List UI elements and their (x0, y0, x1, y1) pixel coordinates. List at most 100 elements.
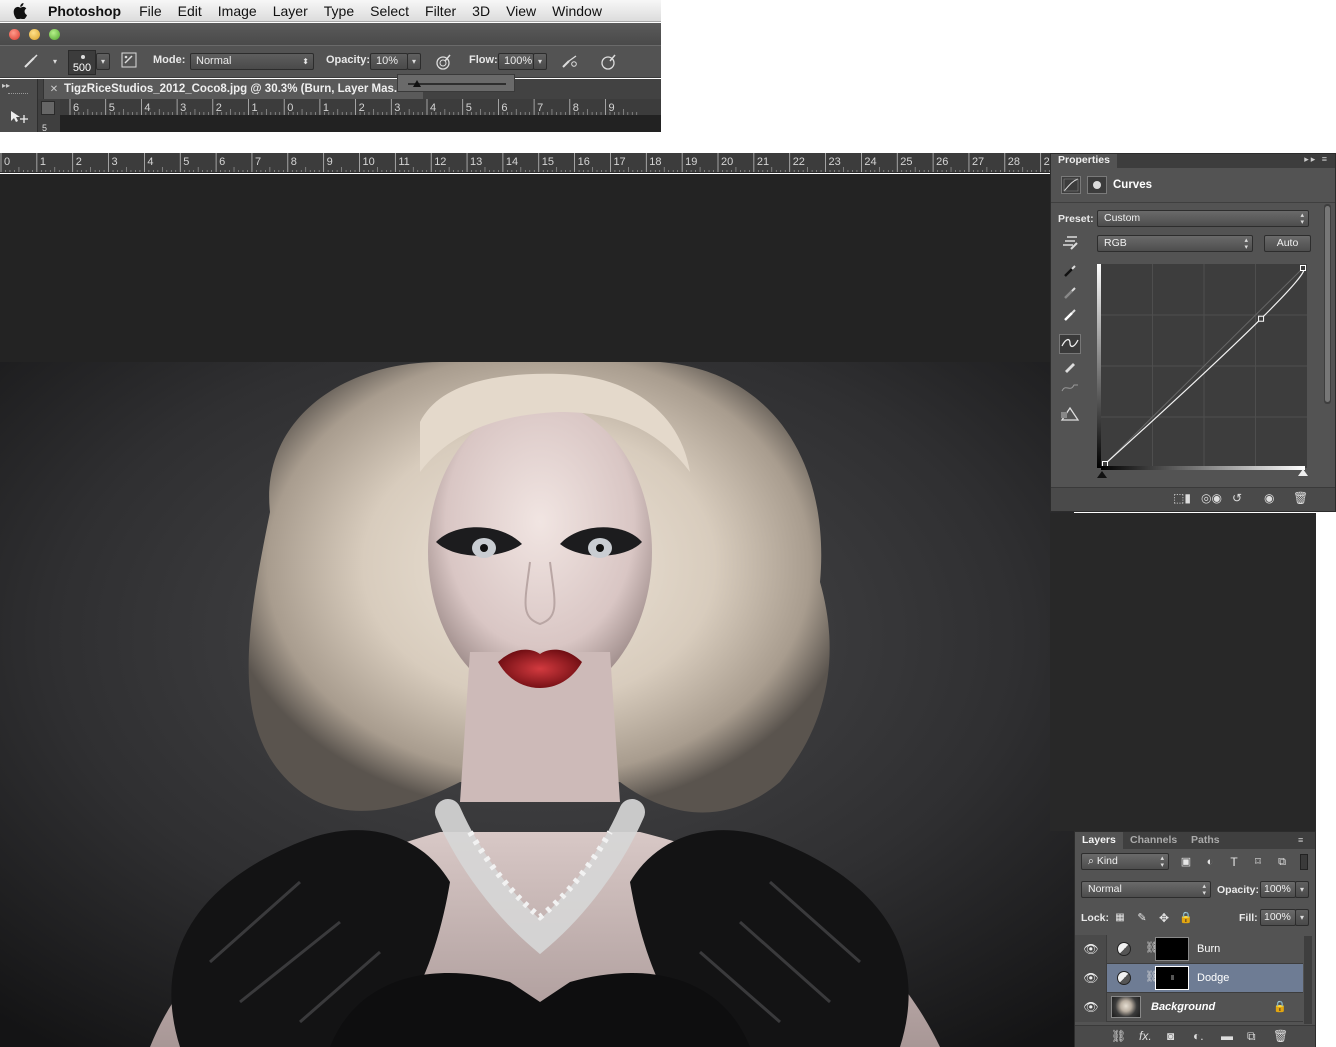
new-group-icon[interactable]: ▬ (1221, 1029, 1233, 1043)
tab-layers[interactable]: Layers (1075, 832, 1123, 849)
layer-opacity-input[interactable]: 100% (1260, 881, 1296, 898)
opacity-slider-button[interactable]: ▾ (407, 53, 421, 70)
layer-fill-input[interactable]: 100% (1260, 909, 1296, 926)
tab-properties[interactable]: Properties (1051, 154, 1117, 168)
pressure-opacity-icon[interactable] (432, 52, 454, 74)
lock-position-icon[interactable]: ✥ (1153, 908, 1175, 928)
layer-row-dodge[interactable]: 👁 ⛓ Dodge (1075, 964, 1303, 993)
ruler-origin[interactable] (41, 101, 55, 115)
layer-name[interactable]: Dodge (1197, 972, 1229, 984)
filter-type-icon[interactable]: T (1223, 852, 1245, 872)
pressure-size-icon[interactable] (597, 52, 619, 74)
menu-layer[interactable]: Layer (265, 3, 316, 19)
layer-style-icon[interactable]: fx. (1139, 1029, 1152, 1043)
menu-filter[interactable]: Filter (417, 3, 464, 19)
filter-smart-object-icon[interactable]: ⧉ (1271, 852, 1293, 872)
canvas-photo[interactable] (0, 362, 1074, 1047)
eye-icon[interactable]: 👁 (1083, 1000, 1099, 1014)
flow-slider-button[interactable]: ▾ (533, 53, 547, 70)
reset-adjustment-icon[interactable]: ↺ (1232, 491, 1242, 505)
menu-edit[interactable]: Edit (170, 3, 210, 19)
brush-panel-toggle-icon[interactable] (118, 51, 140, 73)
brush-size-dropdown-arrow[interactable]: ▾ (96, 53, 110, 70)
preset-select[interactable]: Custom ▴ ▾ (1097, 210, 1309, 227)
add-mask-icon[interactable]: ◙ (1167, 1029, 1174, 1043)
menu-type[interactable]: Type (316, 3, 362, 19)
properties-scrollbar[interactable] (1324, 204, 1331, 404)
filter-toggle[interactable] (1300, 854, 1308, 870)
flow-input[interactable]: 100% (498, 53, 534, 70)
layers-scrollbar[interactable] (1304, 936, 1312, 1024)
gray-point-eyedropper-icon[interactable] (1059, 286, 1081, 306)
panel-collapse-icon[interactable]: ▸▸ (2, 81, 14, 90)
menu-app-name[interactable]: Photoshop (40, 3, 131, 19)
layer-name[interactable]: Burn (1197, 943, 1220, 955)
smooth-curve-icon[interactable] (1059, 381, 1081, 401)
panel-menu-icon[interactable]: ▸▸ ≡ (1304, 154, 1329, 165)
white-point-eyedropper-icon[interactable] (1059, 308, 1081, 328)
delete-adjustment-icon[interactable]: 🗑 (1293, 491, 1308, 505)
layer-row-burn[interactable]: 👁 ⛓ Burn (1075, 935, 1303, 964)
opacity-slider-thumb[interactable] (413, 80, 421, 87)
zoom-window-button[interactable] (49, 29, 60, 40)
layer-fill-slider-button[interactable]: ▾ (1295, 909, 1309, 926)
move-tool-icon[interactable] (9, 109, 31, 129)
curves-graph[interactable] (1101, 264, 1307, 468)
view-previous-state-icon[interactable]: ◎◉ (1201, 491, 1222, 505)
layer-opacity-slider-button[interactable]: ▾ (1295, 881, 1309, 898)
mode-select[interactable]: Normal ⬍ (190, 53, 314, 70)
channel-select[interactable]: RGB ▴ ▾ (1097, 235, 1253, 252)
scrollbar-thumb[interactable] (1325, 206, 1330, 402)
eye-icon[interactable]: 👁 (1083, 942, 1099, 956)
filter-adjustment-icon[interactable]: ◐ (1199, 852, 1221, 872)
lock-transparent-pixels-icon[interactable]: ▦ (1109, 908, 1131, 928)
panel-grip[interactable] (8, 93, 28, 96)
menu-file[interactable]: File (131, 3, 170, 19)
toggle-visibility-icon[interactable]: ◉ (1264, 491, 1274, 505)
chevron-down-icon[interactable]: ▾ (44, 51, 66, 73)
auto-button[interactable]: Auto (1264, 235, 1311, 252)
delete-layer-icon[interactable]: 🗑 (1273, 1029, 1288, 1043)
close-window-button[interactable] (9, 29, 20, 40)
layer-row-background[interactable]: 👁 Background 🔒 (1075, 993, 1303, 1022)
menu-view[interactable]: View (498, 3, 544, 19)
document-tab[interactable]: ✕ TigzRiceStudios_2012_Coco8.jpg @ 30.3%… (43, 79, 423, 99)
pencil-draw-icon[interactable] (1059, 359, 1081, 379)
layer-thumbnail[interactable] (1111, 996, 1141, 1018)
layers-panel-menu-icon[interactable]: ≡ (1291, 832, 1310, 849)
tab-channels[interactable]: Channels (1123, 832, 1184, 849)
tab-paths[interactable]: Paths (1184, 832, 1227, 849)
layer-filter-select[interactable]: ⌕ Kind ▴ ▾ (1081, 853, 1169, 870)
close-tab-icon[interactable]: ✕ (44, 84, 64, 95)
black-point-eyedropper-icon[interactable] (1059, 264, 1081, 284)
brush-size-picker[interactable]: 500 (68, 50, 96, 75)
clip-to-layer-icon[interactable]: ⬚▮ (1173, 491, 1191, 505)
lock-all-icon[interactable]: 🔒 (1175, 908, 1197, 928)
blend-mode-select[interactable]: Normal ▴ ▾ (1081, 881, 1211, 898)
menu-image[interactable]: Image (210, 3, 265, 19)
filter-pixel-icon[interactable]: ▣ (1175, 852, 1197, 872)
on-image-adjustment-icon[interactable] (1059, 235, 1081, 255)
opacity-input[interactable]: 10% (370, 53, 408, 70)
black-point-slider[interactable] (1097, 471, 1107, 478)
lock-image-pixels-icon[interactable]: ✎ (1131, 908, 1153, 928)
curve-point-mode-icon[interactable] (1059, 334, 1081, 354)
filter-shape-icon[interactable]: ⌑ (1247, 852, 1269, 872)
clipping-warning-icon[interactable] (1059, 406, 1081, 427)
minimize-window-button[interactable] (29, 29, 40, 40)
airbrush-icon[interactable] (559, 52, 581, 74)
menu-3d[interactable]: 3D (464, 3, 498, 19)
layer-mask-thumbnail[interactable] (1155, 937, 1189, 961)
menu-select[interactable]: Select (362, 3, 417, 19)
eye-icon[interactable]: 👁 (1083, 971, 1099, 985)
layer-name[interactable]: Background (1151, 1001, 1215, 1013)
curve-control-point[interactable] (1300, 265, 1306, 271)
menu-window[interactable]: Window (544, 3, 610, 19)
new-adjustment-layer-icon[interactable]: ◐. (1193, 1029, 1204, 1043)
layer-mask-thumbnail[interactable] (1155, 966, 1189, 990)
new-layer-icon[interactable]: ⧉ (1247, 1029, 1256, 1044)
white-point-slider[interactable] (1298, 469, 1308, 476)
brush-tool-preset-icon[interactable] (20, 51, 42, 73)
opacity-slider-track[interactable] (408, 83, 506, 85)
opacity-slider-popup[interactable] (397, 74, 515, 92)
